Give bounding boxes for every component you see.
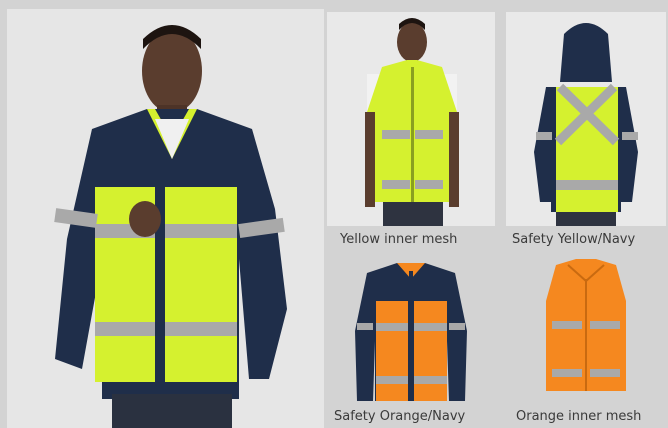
caption-safety-yellow-navy: Safety Yellow/Navy: [512, 232, 636, 247]
model-jacket-illustration: [54, 25, 287, 428]
thumb-safety-yellow-navy[interactable]: [506, 12, 666, 226]
thumb-yellow-inner-mesh[interactable]: [327, 12, 495, 226]
caption-orange-inner-mesh: Orange inner mesh: [516, 409, 642, 424]
caption-yellow-inner-mesh: Yellow inner mesh: [340, 232, 458, 247]
thumb-safety-orange-navy[interactable]: [327, 251, 495, 411]
thumb-orange-inner-mesh[interactable]: [506, 251, 666, 411]
caption-safety-orange-navy: Safety Orange/Navy: [334, 409, 466, 424]
yellow-vest-illustration: [365, 18, 459, 226]
hero-photo: [7, 9, 324, 428]
back-jacket-illustration: [534, 23, 638, 226]
orange-jacket-illustration: [355, 263, 467, 401]
orange-vest-illustration: [546, 259, 626, 391]
